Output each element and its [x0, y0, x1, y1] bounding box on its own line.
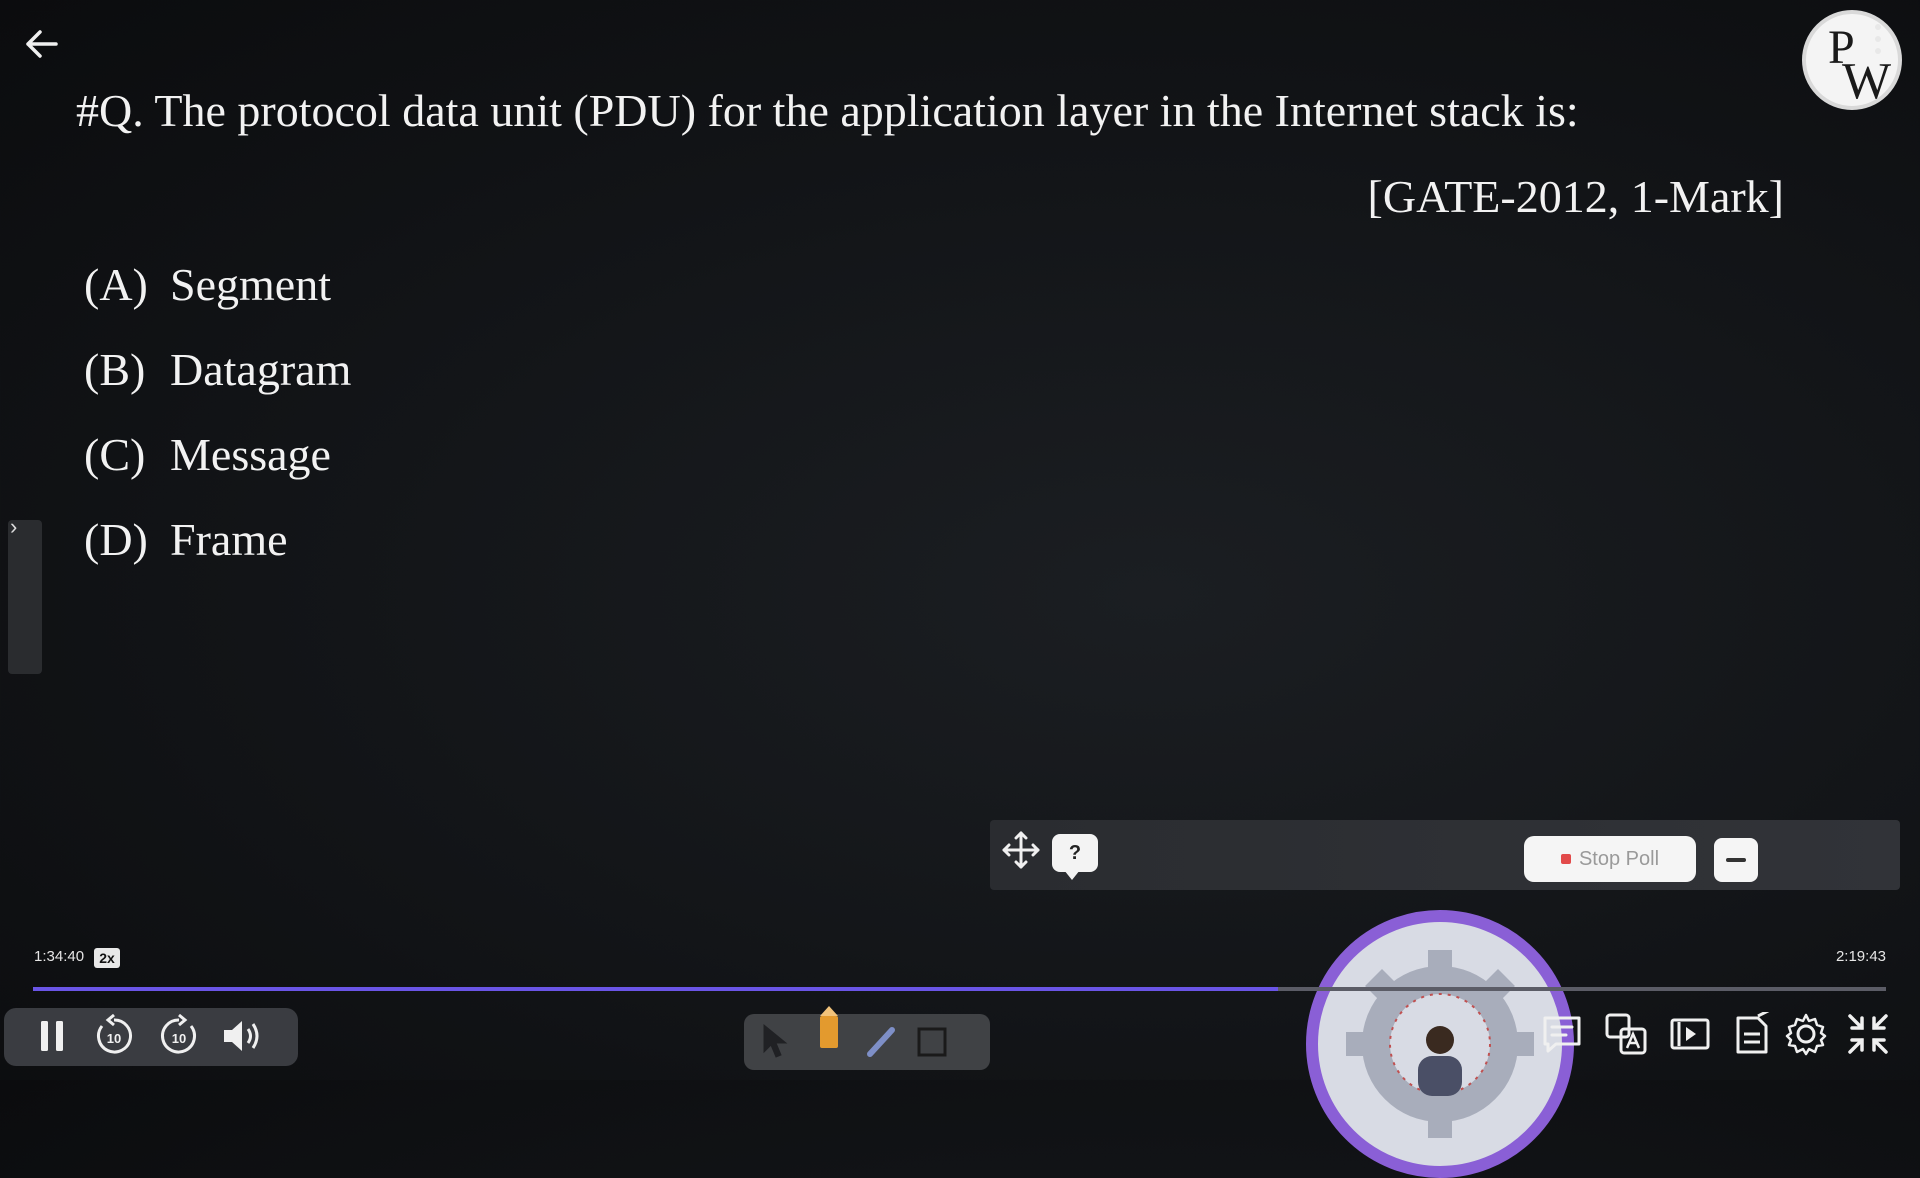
rectangle-icon[interactable]	[916, 1026, 948, 1058]
chat-icon[interactable]	[1540, 1012, 1584, 1056]
rewind-10-label: 10	[107, 1031, 121, 1046]
move-icon[interactable]	[1000, 829, 1042, 871]
side-panel-toggle[interactable]	[8, 520, 42, 674]
option-text: Segment	[170, 259, 331, 310]
more-vertical-icon[interactable]	[1872, 24, 1884, 64]
chevron-right-icon: ›	[10, 514, 18, 539]
option-a: (A) Segment	[84, 258, 331, 311]
forward-10-label: 10	[172, 1031, 186, 1046]
progress-fill	[33, 987, 1279, 991]
gear-avatar-badge	[1306, 910, 1574, 1178]
settings-gear-icon[interactable]	[1784, 1012, 1828, 1056]
option-b: (B) Datagram	[84, 343, 351, 396]
playback-speed-button[interactable]: 2x	[94, 948, 120, 968]
progress-bar[interactable]	[33, 987, 1886, 991]
option-letter: (A)	[84, 259, 148, 310]
stop-icon	[1560, 854, 1571, 864]
poll-toolbar	[990, 820, 1900, 890]
exit-fullscreen-icon[interactable]	[1846, 1012, 1890, 1056]
pointer-icon[interactable]	[760, 1022, 790, 1060]
total-duration: 2:19:43	[1835, 948, 1886, 965]
pause-icon[interactable]	[38, 1018, 66, 1054]
volume-icon[interactable]	[220, 1016, 264, 1056]
option-letter: (D)	[84, 514, 148, 565]
option-text: Message	[170, 429, 331, 480]
rewind-10-icon[interactable]: 10	[92, 1013, 136, 1058]
forward-10-icon[interactable]: 10	[157, 1013, 201, 1058]
option-c: (C) Message	[84, 428, 331, 481]
option-text: Frame	[170, 514, 288, 565]
stop-poll-button[interactable]: Stop Poll	[1524, 836, 1696, 882]
pencil-icon[interactable]	[814, 1006, 844, 1052]
gear-icon	[1346, 950, 1534, 1138]
option-letter: (B)	[84, 344, 146, 395]
option-letter: (C)	[84, 429, 146, 480]
back-arrow-icon[interactable]	[20, 22, 64, 66]
question-symbol: ?	[1068, 842, 1082, 864]
question-bubble-icon[interactable]: ?	[1052, 834, 1098, 880]
current-time: 1:34:40	[34, 948, 85, 965]
picture-in-picture-icon[interactable]	[1668, 1012, 1712, 1056]
question-source: [GATE-2012, 1-Mark]	[1367, 171, 1784, 222]
notes-icon[interactable]	[1730, 1012, 1774, 1056]
question-text: #Q. The protocol data unit (PDU) for the…	[76, 85, 1579, 136]
option-text: Datagram	[170, 344, 352, 395]
pw-logo: P W	[1802, 10, 1902, 110]
translate-icon[interactable]	[1604, 1012, 1648, 1056]
stop-poll-label: Stop Poll	[1578, 847, 1660, 870]
option-d: (D) Frame	[84, 513, 288, 566]
highlighter-icon[interactable]	[864, 1024, 900, 1058]
minimize-button[interactable]	[1714, 838, 1758, 882]
